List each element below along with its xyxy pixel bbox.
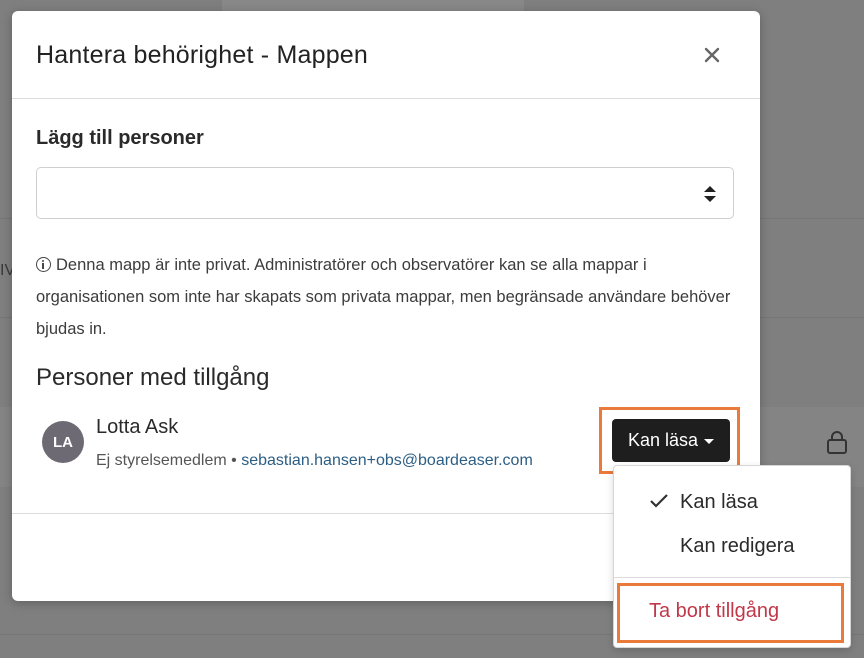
person-role: Ej styrelsemedlem (96, 452, 227, 469)
add-people-select[interactable] (36, 167, 734, 219)
person-meta: Ej styrelsemedlem • sebastian.hansen+obs… (96, 452, 533, 470)
close-button[interactable] (700, 43, 724, 67)
check-icon (650, 494, 668, 508)
person-name: Lotta Ask (96, 416, 179, 438)
permission-dropdown-button[interactable]: Kan läsa (612, 419, 730, 462)
lock-icon (827, 431, 847, 454)
menu-item-can-read[interactable]: Kan läsa (614, 482, 850, 522)
modal-header: Hantera behörighet - Mappen (12, 11, 760, 99)
select-arrows-icon (704, 186, 716, 202)
permission-dropdown-label: Kan läsa (627, 430, 699, 450)
info-icon (36, 257, 51, 272)
menu-item-label: Kan redigera (680, 534, 795, 557)
meta-separator: • (231, 452, 237, 469)
remove-access-menu-item[interactable]: Ta bort tillgång (649, 600, 779, 623)
add-people-label: Lägg till personer (36, 127, 204, 149)
privacy-info: Denna mapp är inte privat. Administratör… (36, 249, 741, 345)
menu-item-label: Kan läsa (680, 490, 758, 513)
menu-item-can-edit[interactable]: Kan redigera (614, 526, 850, 566)
menu-divider (614, 577, 850, 578)
person-email: sebastian.hansen+obs@boardeaser.com (241, 452, 533, 469)
close-icon (704, 47, 720, 63)
caret-down-icon (704, 439, 715, 444)
people-with-access-heading: Personer med tillgång (36, 364, 270, 391)
background-panel (222, 0, 524, 11)
avatar: LA (42, 421, 84, 463)
privacy-info-text: Denna mapp är inte privat. Administratör… (36, 256, 731, 338)
modal-title: Hantera behörighet - Mappen (36, 41, 368, 69)
